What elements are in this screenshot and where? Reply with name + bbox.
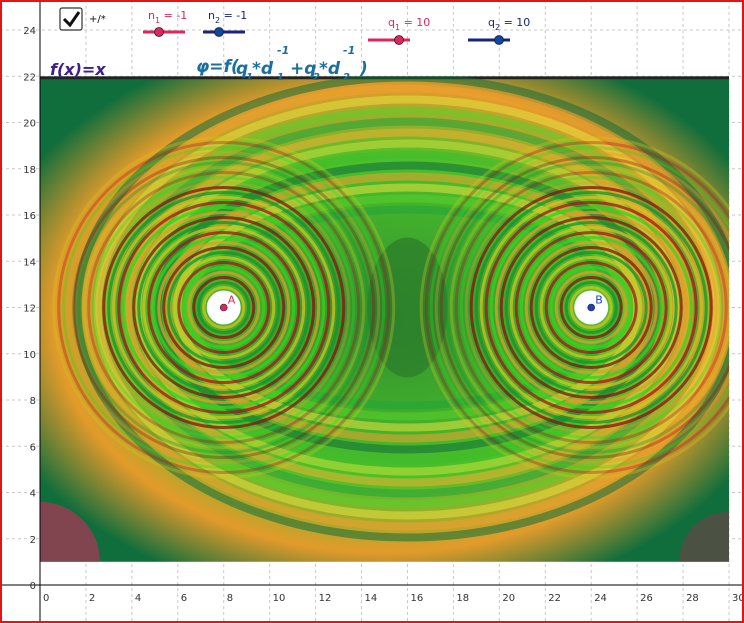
formula-star-d1: *d	[252, 59, 274, 79]
slider-n1[interactable]: n1 = -1	[143, 9, 187, 37]
checkbox-box[interactable]	[59, 7, 83, 31]
formula-exp1: -1	[277, 44, 289, 57]
x-tick-label: 2	[89, 593, 95, 604]
x-tick-label: 30	[732, 593, 744, 604]
point-b[interactable]	[587, 303, 596, 312]
point-label: B	[595, 294, 603, 307]
y-tick-label: 10	[23, 350, 36, 361]
formula-phi: φ=f(	[196, 57, 239, 77]
slider-label: n1 = -1	[148, 9, 187, 25]
slider-label: n2 = -1	[208, 9, 247, 25]
potential-field-image	[40, 76, 729, 562]
y-tick-label: 12	[23, 304, 36, 315]
y-tick-label: 22	[23, 72, 36, 83]
y-tick-label: 6	[30, 442, 36, 453]
formula-d1-sub: 1	[277, 72, 284, 83]
geogebra-window: 0 2 4 6 8 10 12 14 16 18 20 22 24 26 28 30 0 2 4 6 8 10 12 14 16…	[0, 0, 744, 623]
formula-close: )	[359, 59, 368, 79]
y-tick-label: 14	[23, 257, 36, 268]
x-tick-label: 14	[365, 593, 378, 604]
formula-star-d2: *d	[319, 59, 341, 79]
slider-knob[interactable]	[394, 35, 404, 45]
y-tick-label: 2	[30, 535, 36, 546]
y-tick-label: 24	[23, 26, 36, 37]
slider-knob[interactable]	[154, 27, 164, 37]
checkbox-label: +/*	[89, 14, 106, 25]
slider-knob[interactable]	[214, 27, 224, 37]
x-tick-label: 24	[594, 593, 607, 604]
slider-q2[interactable]: q2 = 10	[468, 16, 530, 45]
x-tick-label: 22	[548, 593, 561, 604]
y-tick-label: 20	[23, 119, 36, 130]
slider-n2[interactable]: n2 = -1	[203, 9, 247, 37]
x-tick-label: 16	[410, 593, 423, 604]
sliders: n1 = -1 n2 = -1q1 = 10 q2 = 10	[143, 9, 530, 45]
slider-knob[interactable]	[494, 35, 504, 45]
x-tick-label: 6	[181, 593, 187, 604]
x-tick-label: 12	[319, 593, 332, 604]
x-tick-label: 10	[273, 593, 286, 604]
point-a[interactable]	[219, 303, 228, 312]
point-label: A	[228, 294, 236, 307]
x-tick-label: 0	[43, 593, 49, 604]
x-tick-label: 20	[502, 593, 515, 604]
x-tick-label: 28	[686, 593, 699, 604]
y-tick-label: 16	[23, 211, 36, 222]
x-tick-label: 26	[640, 593, 653, 604]
y-tick-label: 8	[30, 396, 36, 407]
operation-checkbox[interactable]: +/*	[59, 7, 106, 31]
x-tick-label: 4	[135, 593, 141, 604]
x-tick-label: 8	[227, 593, 233, 604]
x-tick-label: 18	[456, 593, 469, 604]
y-tick-label: 18	[23, 165, 36, 176]
y-tick-label: 4	[30, 489, 36, 500]
y-tick-label: 0	[30, 581, 36, 592]
graphics-view[interactable]: 0 2 4 6 8 10 12 14 16 18 20 22 24 26 28 300246810121416…	[0, 0, 744, 623]
formula-d2-sub: 2	[343, 72, 350, 83]
function-label: f(x)=x	[50, 60, 106, 79]
formula-exp2: -1	[343, 44, 355, 57]
